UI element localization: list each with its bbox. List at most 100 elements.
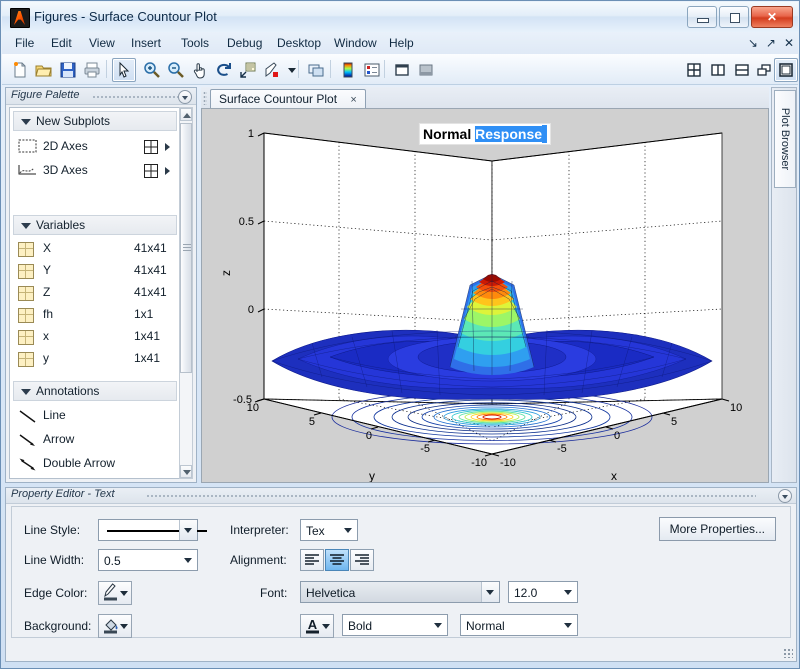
save-figure-button[interactable] (56, 58, 80, 82)
plot-browser-tab[interactable]: Plot Browser (774, 90, 796, 188)
layout-vertical-button[interactable] (706, 58, 730, 82)
scroll-up-button[interactable] (180, 108, 192, 121)
variable-row-x[interactable]: x 1x41 (10, 325, 180, 347)
layout-horizontal-button[interactable] (730, 58, 754, 82)
menu-insert[interactable]: Insert (124, 35, 168, 51)
rotate-3d-button[interactable] (212, 58, 236, 82)
annotation-item-arrow[interactable]: Arrow (10, 428, 180, 452)
tab-close-icon[interactable]: × (350, 94, 356, 106)
font-family-chevron-down-icon[interactable] (481, 582, 499, 602)
minimize-button[interactable] (687, 6, 717, 28)
line-width-chevron-down-icon[interactable] (180, 550, 197, 570)
variable-row-Y[interactable]: Y 41x41 (10, 259, 180, 281)
align-left-button[interactable] (300, 549, 324, 571)
pan-button[interactable] (188, 58, 212, 82)
align-center-button[interactable] (325, 549, 349, 571)
menu-view[interactable]: View (82, 35, 122, 51)
annotation-item-double-arrow[interactable]: Double Arrow (10, 452, 180, 476)
variable-row-y[interactable]: y 1x41 (10, 347, 180, 369)
legend-button[interactable] (360, 58, 384, 82)
line-style-combo[interactable] (98, 519, 198, 541)
align-right-button[interactable] (350, 549, 374, 571)
dock-arrow-icon[interactable]: ↘ (748, 35, 758, 51)
palette-drag-dots[interactable] (92, 95, 178, 98)
subplot-expand-triangle-icon[interactable] (165, 143, 170, 151)
print-figure-button[interactable] (80, 58, 104, 82)
annotation-item-line[interactable]: Line (10, 404, 180, 428)
interpreter-combo[interactable]: Tex (300, 519, 358, 541)
zoom-in-button[interactable] (140, 58, 164, 82)
font-angle-combo[interactable]: Normal (460, 614, 578, 636)
background-color-button[interactable] (98, 614, 132, 638)
colorbar-button[interactable] (336, 58, 360, 82)
brush-dropdown[interactable] (280, 58, 304, 82)
interpreter-chevron-down-icon[interactable] (340, 520, 357, 540)
font-color-button[interactable]: A (300, 614, 334, 638)
font-weight-chevron-down-icon[interactable] (430, 615, 447, 635)
variable-row-X[interactable]: X 41x41 (10, 237, 180, 259)
line-style-chevron-down-icon[interactable] (179, 520, 197, 540)
open-file-button[interactable] (32, 58, 56, 82)
menu-debug[interactable]: Debug (220, 35, 269, 51)
layout-cascade-button[interactable] (752, 58, 776, 82)
more-properties-button[interactable]: More Properties... (659, 517, 776, 541)
background-color-chevron-down-icon[interactable] (120, 624, 128, 629)
font-angle-value: Normal (466, 617, 505, 635)
line-icon (19, 410, 37, 423)
section-new-subplots[interactable]: New Subplots (13, 111, 177, 131)
font-angle-chevron-down-icon[interactable] (560, 615, 577, 635)
palette-menu-chevron-down-icon[interactable] (178, 90, 192, 104)
surface-contour-plot[interactable]: 1 0.5 0 -0.5 z 10 5 0 -5 (202, 109, 769, 482)
link-plot-button[interactable] (304, 58, 328, 82)
tab-surface-countour-plot[interactable]: Surface Countour Plot × (210, 89, 366, 109)
subplot-expand-triangle-icon-3d[interactable] (165, 167, 170, 175)
menu-edit[interactable]: Edit (44, 35, 79, 51)
layout-single-button[interactable] (774, 58, 798, 82)
palette-item-2d-axes[interactable]: 2D Axes (10, 135, 180, 159)
y-tick-0: 0 (366, 430, 372, 442)
font-label: Font: (260, 586, 287, 600)
undock-arrow-icon[interactable]: ↗ (766, 35, 776, 51)
palette-item-3d-axes[interactable]: 3D Axes (10, 159, 180, 183)
font-size-combo[interactable]: 12.0 (508, 581, 578, 603)
data-cursor-button[interactable] (236, 58, 260, 82)
tab-drag-handle[interactable] (203, 91, 207, 105)
variable-size-X: 41x41 (134, 241, 167, 255)
maximize-button[interactable] (719, 6, 749, 28)
edit-plot-button[interactable] (112, 58, 136, 82)
section-annotations[interactable]: Annotations (13, 381, 177, 401)
menu-tools[interactable]: Tools (174, 35, 216, 51)
font-family-combo[interactable]: Helvetica (300, 581, 500, 603)
scroll-down-button[interactable] (180, 465, 192, 478)
font-weight-combo[interactable]: Bold (342, 614, 448, 636)
menu-window[interactable]: Window (327, 35, 384, 51)
window-resize-grip[interactable] (783, 648, 793, 658)
variable-matrix-icon (18, 264, 34, 279)
new-figure-button[interactable] (8, 58, 32, 82)
section-variables[interactable]: Variables (13, 215, 177, 235)
menu-help[interactable]: Help (382, 35, 421, 51)
subplot-grid-icon[interactable] (144, 140, 158, 154)
hide-plot-tools-button[interactable] (390, 58, 414, 82)
edge-color-button[interactable] (98, 581, 132, 605)
menu-file[interactable]: File (8, 35, 41, 51)
panel-close-icon[interactable]: ✕ (784, 35, 794, 51)
variable-row-fh[interactable]: fh 1x1 (10, 303, 180, 325)
close-button[interactable]: ✕ (751, 6, 793, 28)
menu-desktop[interactable]: Desktop (270, 35, 328, 51)
property-editor-drag-dots[interactable] (146, 494, 756, 497)
figure-canvas[interactable]: Normal Response (201, 108, 769, 483)
subplot-grid-icon-3d[interactable] (144, 164, 158, 178)
font-size-chevron-down-icon[interactable] (560, 582, 577, 602)
layout-grid-button[interactable] (682, 58, 706, 82)
show-plot-tools-button[interactable] (414, 58, 438, 82)
line-width-combo[interactable]: 0.5 (98, 549, 198, 571)
annotation-item-text-arrow[interactable]: Text Arrow (10, 476, 180, 479)
palette-scrollbar[interactable] (179, 107, 193, 479)
edge-color-chevron-down-icon[interactable] (120, 591, 128, 596)
variable-row-Z[interactable]: Z 41x41 (10, 281, 180, 303)
property-editor-chevron-down-icon[interactable] (778, 489, 792, 503)
scrollbar-thumb[interactable] (180, 123, 192, 373)
font-color-chevron-down-icon[interactable] (322, 624, 330, 629)
zoom-out-button[interactable] (164, 58, 188, 82)
